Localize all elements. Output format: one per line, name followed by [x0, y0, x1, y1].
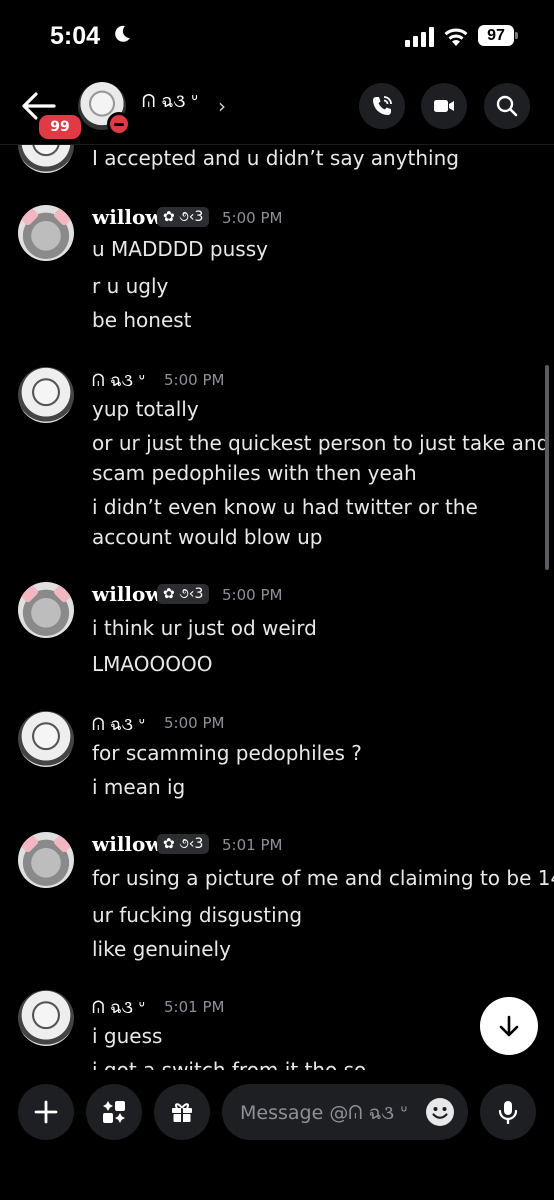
- avatar[interactable]: [18, 367, 74, 423]
- message-text[interactable]: or ur just the quickest person to just t…: [92, 428, 549, 458]
- message-list[interactable]: I accepted and u didn’t say anything wil…: [0, 145, 554, 1070]
- message-text[interactable]: for scamming pedophiles ?: [92, 738, 362, 768]
- search-icon: [496, 95, 518, 117]
- message-timestamp: 5:01 PM: [164, 998, 225, 1016]
- message-author[interactable]: willow: [92, 832, 163, 856]
- moon-icon: [115, 25, 130, 42]
- do-not-disturb-icon: [107, 112, 131, 136]
- user-tag: ✿ ૭‹3: [157, 207, 210, 227]
- user-tag: ✿ ૭‹3: [157, 584, 210, 604]
- message-text[interactable]: i think ur just od weird: [92, 613, 317, 643]
- video-camera-icon: [434, 100, 454, 112]
- message-text[interactable]: LMAOOOOO: [92, 649, 212, 679]
- jump-to-latest-button[interactable]: [480, 997, 538, 1055]
- message-timestamp: 5:00 PM: [164, 714, 225, 732]
- search-button[interactable]: [484, 83, 530, 129]
- status-bar: 5:04 97: [0, 0, 554, 70]
- message-text[interactable]: ur fucking disgusting: [92, 900, 302, 930]
- cellular-signal-icon: [405, 27, 434, 47]
- avatar[interactable]: [18, 711, 74, 767]
- arrow-down-icon: [499, 1015, 519, 1037]
- message-text[interactable]: r u ugly: [92, 271, 168, 301]
- message-text[interactable]: account would blow up: [92, 522, 323, 552]
- chevron-right-icon[interactable]: ›: [218, 94, 226, 118]
- message-input-placeholder[interactable]: Message @ᕬ ฉ૩ ᐡ: [240, 1098, 407, 1128]
- message-timestamp: 5:01 PM: [222, 836, 283, 854]
- cat-ear-right: [52, 582, 74, 604]
- avatar[interactable]: [18, 832, 74, 888]
- message-text[interactable]: be honest: [92, 305, 192, 335]
- channel-name[interactable]: ᕬ ฉ૩ ᐡ: [142, 86, 198, 115]
- battery-tip: [515, 32, 518, 39]
- avatar[interactable]: [18, 582, 74, 638]
- apps-sparkle-icon: [103, 1101, 125, 1123]
- message-author[interactable]: willow: [92, 582, 163, 606]
- cat-ear-left: [18, 205, 40, 227]
- message-author[interactable]: ᕬ ฉ૩ ᐡ: [92, 367, 145, 394]
- cat-ear-right: [52, 205, 74, 227]
- message-timestamp: 5:00 PM: [164, 371, 225, 389]
- gift-icon: [172, 1103, 192, 1122]
- phone-call-icon: [373, 96, 392, 115]
- avatar[interactable]: [18, 205, 74, 261]
- message-timestamp: 5:00 PM: [222, 209, 283, 227]
- scrollbar[interactable]: [545, 365, 549, 570]
- message-text[interactable]: i didn’t even know u had twitter or the: [92, 492, 478, 522]
- microphone-icon: [498, 1101, 518, 1124]
- message-text[interactable]: like genuinely: [92, 934, 231, 964]
- message-composer: Message @ᕬ ฉ૩ ᐡ: [0, 1070, 554, 1200]
- user-tag: ✿ ૭‹3: [157, 834, 210, 854]
- message-text[interactable]: I accepted and u didn’t say anything: [92, 145, 459, 173]
- message-text[interactable]: yup totally: [92, 394, 199, 424]
- message-text[interactable]: i got a switch from it tho so: [92, 1055, 366, 1070]
- gift-button[interactable]: [154, 1084, 210, 1140]
- message-text[interactable]: for using a picture of me and claiming t…: [92, 863, 554, 893]
- message-text[interactable]: i guess: [92, 1021, 162, 1051]
- message-author[interactable]: ᕬ ฉ૩ ᐡ: [92, 711, 145, 738]
- conversation-header: 99 ᕬ ฉ૩ ᐡ ›: [0, 72, 554, 144]
- avatar[interactable]: [18, 990, 74, 1046]
- avatar[interactable]: [18, 145, 74, 173]
- cat-ear-right: [52, 832, 74, 854]
- message-author[interactable]: willow: [92, 205, 163, 229]
- emoji-icon[interactable]: [425, 1097, 455, 1127]
- plus-icon: [34, 1100, 58, 1124]
- battery-indicator: 97: [478, 25, 514, 46]
- wifi-icon: [444, 28, 468, 46]
- unread-badge: 99: [36, 112, 84, 142]
- cat-ear-left: [18, 582, 40, 604]
- message-text[interactable]: i mean ig: [92, 772, 185, 802]
- message-author[interactable]: ᕬ ฉ૩ ᐡ: [92, 994, 145, 1021]
- message-text[interactable]: scam pedophiles with then yeah: [92, 458, 417, 488]
- voice-message-button[interactable]: [480, 1084, 536, 1140]
- cat-ear-left: [18, 832, 40, 854]
- add-attachment-button[interactable]: [18, 1084, 74, 1140]
- status-time: 5:04: [50, 22, 101, 50]
- call-button[interactable]: [359, 83, 405, 129]
- message-text[interactable]: u MADDDD pussy: [92, 234, 268, 264]
- video-call-button[interactable]: [421, 83, 467, 129]
- message-timestamp: 5:00 PM: [222, 586, 283, 604]
- apps-button[interactable]: [86, 1084, 142, 1140]
